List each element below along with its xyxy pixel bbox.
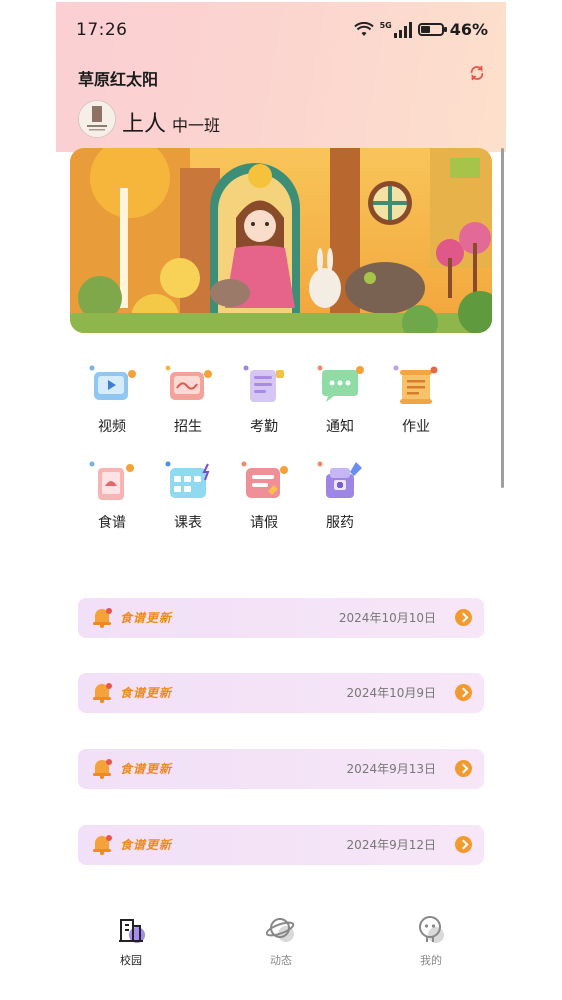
tab-dynamics[interactable]: 动态 [241, 914, 321, 968]
attendance-icon [238, 362, 290, 412]
schedule-icon [162, 458, 214, 508]
notice-title: 食谱更新 [120, 838, 173, 852]
notice-item[interactable]: 食谱更新 2024年10月9日 [78, 673, 484, 713]
network-label: 5G [379, 21, 392, 30]
scrollbar-thumb[interactable] [501, 148, 504, 488]
notice-date: 2024年9月12日 [346, 838, 436, 852]
bell-icon [93, 608, 112, 628]
tile-label: 作业 [402, 419, 430, 435]
bottom-tab-bar: 校园 动态 我的 [56, 914, 506, 974]
notice-title: 食谱更新 [120, 611, 173, 625]
medicine-icon [314, 458, 366, 508]
school-name: 草原红太阳 [78, 70, 159, 89]
notice-title: 食谱更新 [120, 762, 173, 776]
arrow-right-icon[interactable] [455, 760, 472, 777]
battery-text: 46% [449, 20, 488, 39]
tab-campus[interactable]: 校园 [91, 914, 171, 968]
bell-icon [93, 759, 112, 779]
notice-item[interactable]: 食谱更新 2024年9月12日 [78, 825, 484, 865]
student-name: 上人 [122, 112, 167, 137]
notice-date: 2024年9月13日 [346, 762, 436, 776]
profile-icon [419, 916, 444, 943]
leave-icon [238, 458, 290, 508]
tile-schedule[interactable]: 课表 [148, 458, 228, 532]
notice-date: 2024年10月10日 [338, 611, 436, 625]
tile-enrollment[interactable]: 招生 [148, 362, 228, 436]
tile-label: 通知 [326, 419, 354, 435]
tile-video[interactable]: 视频 [72, 362, 152, 436]
switch-icon[interactable] [468, 64, 486, 82]
banner-illustration [70, 148, 492, 333]
notice-item[interactable]: 食谱更新 2024年9月13日 [78, 749, 484, 789]
banner-image[interactable] [70, 148, 492, 333]
tile-label: 服药 [326, 515, 354, 531]
notice-icon [314, 362, 366, 412]
avatar-image [79, 101, 115, 137]
tab-label: 动态 [270, 954, 292, 967]
tile-recipe[interactable]: 食谱 [72, 458, 152, 532]
tile-label: 招生 [174, 419, 202, 435]
bell-icon [93, 835, 112, 855]
notice-title: 食谱更新 [120, 686, 173, 700]
signal-icon [393, 21, 412, 38]
tile-label: 视频 [98, 419, 126, 435]
arrow-right-icon[interactable] [455, 609, 472, 626]
tab-profile[interactable]: 我的 [391, 914, 471, 968]
notice-item[interactable]: 食谱更新 2024年10月10日 [78, 598, 484, 638]
tile-homework[interactable]: 作业 [376, 362, 456, 436]
campus-icon [119, 919, 145, 943]
bell-icon [93, 683, 112, 703]
status-icons: 5G 46% [353, 20, 488, 39]
arrow-right-icon[interactable] [455, 684, 472, 701]
battery-icon [417, 23, 447, 36]
planet-icon [265, 918, 295, 942]
notice-date: 2024年10月9日 [346, 686, 436, 700]
arrow-right-icon[interactable] [455, 836, 472, 853]
tab-label: 我的 [420, 954, 442, 967]
tile-leave[interactable]: 请假 [224, 458, 304, 532]
battery-level [420, 26, 430, 33]
tile-medicine[interactable]: 服药 [300, 458, 380, 532]
app-screen: 17:26 5G 46% 草原红太阳 上人 中一班 视频 招生 考勤 通知 作业… [56, 2, 506, 998]
tile-label: 请假 [250, 515, 278, 531]
status-time: 17:26 [76, 20, 128, 40]
tile-label: 考勤 [250, 419, 278, 435]
enrollment-icon [162, 362, 214, 412]
class-name: 中一班 [172, 116, 221, 135]
recipe-icon [86, 458, 138, 508]
video-icon [86, 362, 138, 412]
tile-notice[interactable]: 通知 [300, 362, 380, 436]
tile-attendance[interactable]: 考勤 [224, 362, 304, 436]
tab-label: 校园 [120, 954, 142, 967]
tile-label: 食谱 [98, 515, 126, 531]
wifi-icon [353, 21, 374, 36]
avatar[interactable] [78, 100, 116, 138]
status-bar: 17:26 5G 46% [56, 2, 506, 60]
homework-icon [390, 362, 442, 412]
tile-label: 课表 [174, 515, 202, 531]
